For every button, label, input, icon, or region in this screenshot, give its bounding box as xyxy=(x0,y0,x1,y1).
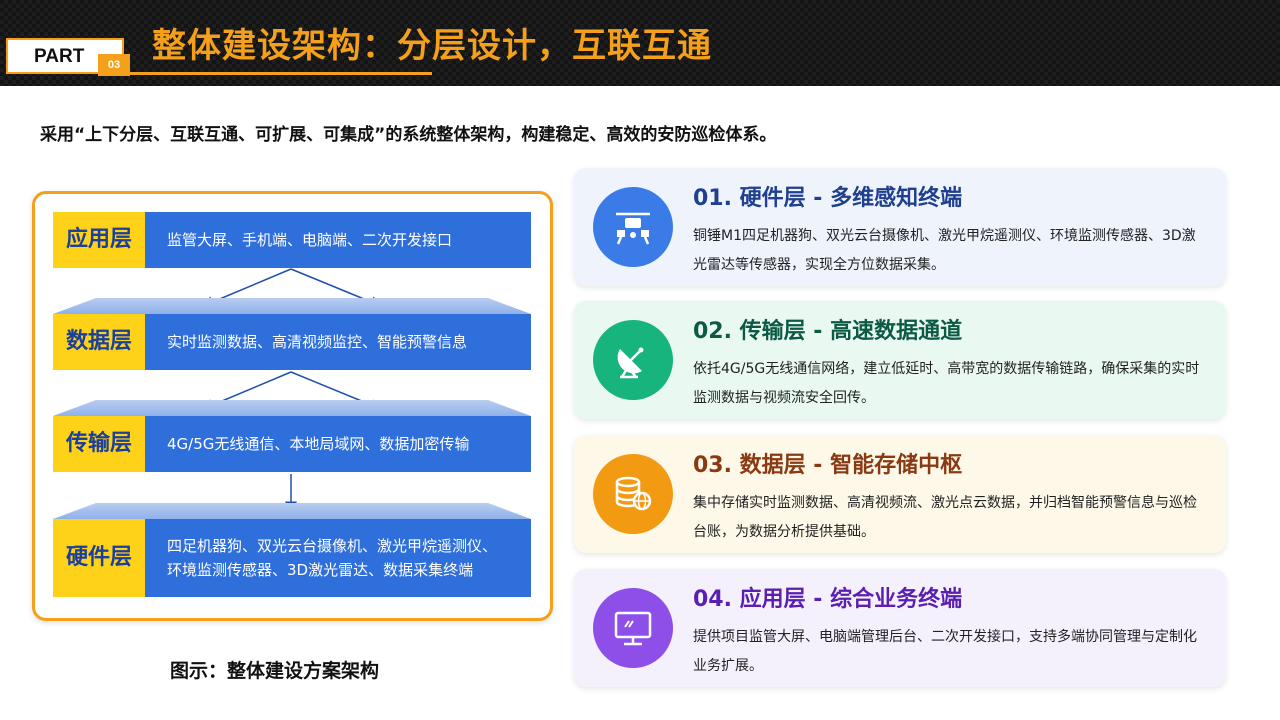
card-application-layer: 04. 应用层 - 综合业务终端 提供项目监管大屏、电脑端管理后台、二次开发接口… xyxy=(574,569,1226,687)
card-title: 04. 应用层 - 综合业务终端 xyxy=(693,587,963,612)
layer-slab xyxy=(53,400,531,416)
card-icon-circle xyxy=(593,320,673,400)
satellite-dish-icon xyxy=(617,347,644,379)
database-icon xyxy=(615,476,652,511)
page-subtitle: 采用“上下分层、互联互通、可扩展、可集成”的系统整体架构，构建稳定、高效的安防巡… xyxy=(40,125,777,145)
card-title: 03. 数据层 - 智能存储中枢 xyxy=(693,453,963,478)
layer-content-application: 监管大屏、手机端、电脑端、二次开发接口 xyxy=(145,212,531,268)
layer-slab xyxy=(53,298,531,314)
diagram-caption: 图示：整体建设方案架构 xyxy=(170,660,380,682)
layer-tag-hardware: 硬件层 xyxy=(53,519,145,597)
card-icon-circle xyxy=(593,187,673,267)
card-title: 01. 硬件层 - 多维感知终端 xyxy=(693,186,963,211)
part-label: PART xyxy=(34,46,85,67)
layer-content-data: 实时监测数据、高清视频监控、智能预警信息 xyxy=(145,314,531,370)
layer-content-hardware-line1: 四足机器狗、双光云台摄像机、激光甲烷遥测仪、 xyxy=(167,537,498,555)
part-badge: PART 03 xyxy=(6,38,130,76)
card-icon-circle xyxy=(593,588,673,668)
card-description: 依托4G/5G无线通信网络，建立低延时、高带宽的数据传输链路，确保采集的实时监测… xyxy=(693,361,1200,406)
layer-tag-application: 应用层 xyxy=(53,212,145,268)
layer-content-transport: 4G/5G无线通信、本地局域网、数据加密传输 xyxy=(145,416,531,472)
monitor-icon xyxy=(614,611,652,646)
card-data-layer: 03. 数据层 - 智能存储中枢 集中存储实时监测数据、高清视频流、激光点云数据… xyxy=(574,435,1226,553)
layer-slab xyxy=(53,503,531,519)
card-description: 铜锤M1四足机器狗、双光云台摄像机、激光甲烷遥测仪、环境监测传感器、3D激光雷达… xyxy=(693,228,1196,273)
layer-tag-transport: 传输层 xyxy=(53,416,145,472)
card-hardware-layer: 01. 硬件层 - 多维感知终端 铜锤M1四足机器狗、双光云台摄像机、激光甲烷遥… xyxy=(574,168,1226,286)
card-transport-layer: 02. 传输层 - 高速数据通道 依托4G/5G无线通信网络，建立低延时、高带宽… xyxy=(574,301,1226,419)
card-description: 提供项目监管大屏、电脑端管理后台、二次开发接口，支持多端协同管理与定制化业务扩展… xyxy=(693,629,1197,674)
layer-content-hardware: 四足机器狗、双光云台摄像机、激光甲烷遥测仪、 环境监测传感器、3D激光雷达、数据… xyxy=(145,519,531,597)
layer-tag-data: 数据层 xyxy=(53,314,145,370)
card-icon-circle xyxy=(593,454,673,534)
architecture-diagram: 应用层 监管大屏、手机端、电脑端、二次开发接口 数据层 实时监测数据、高清视频监… xyxy=(32,191,553,621)
title-underline xyxy=(124,72,432,75)
drone-icon xyxy=(616,212,650,245)
layer-content-hardware-line2: 环境监测传感器、3D激光雷达、数据采集终端 xyxy=(167,561,474,579)
card-title: 02. 传输层 - 高速数据通道 xyxy=(693,319,963,344)
page-title: 整体建设架构：分层设计，互联互通 xyxy=(152,26,712,66)
card-description: 集中存储实时监测数据、高清视频流、激光点云数据，并归档智能预警信息与巡检台账，为… xyxy=(693,495,1197,540)
header-bar: PART 03 整体建设架构：分层设计，互联互通 xyxy=(0,0,1280,86)
